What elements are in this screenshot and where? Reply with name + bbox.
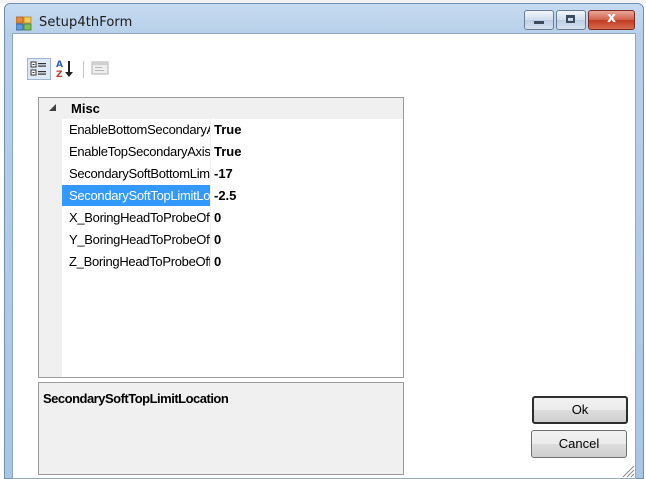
grid-left-margin [39,98,62,377]
property-row[interactable]: Y_BoringHeadToProbeOffset 0 [62,229,403,250]
column-divider [210,229,211,250]
column-divider [210,207,211,228]
maximize-icon [566,15,575,23]
categorized-button[interactable] [27,58,51,80]
property-value[interactable]: 0 [214,251,221,272]
alphabetical-icon: A Z [56,60,73,80]
column-divider [210,119,211,140]
column-divider [210,163,211,184]
property-pages-button[interactable] [89,58,113,80]
column-divider [210,251,211,272]
property-name: X_BoringHeadToProbeOffset [69,210,210,225]
column-divider [210,141,211,162]
client-area: A Z Misc EnableBottomSecondary True Enab… [12,33,636,479]
description-pane: SecondarySoftTopLimitLocation [38,382,404,475]
property-pages-icon [91,61,109,75]
property-value[interactable]: True [214,119,241,140]
form-icon [16,16,32,31]
property-grid[interactable]: Misc EnableBottomSecondaryAxis True Enab… [38,97,404,378]
minimize-button[interactable] [524,10,554,30]
ok-button[interactable]: Ok [532,396,628,424]
svg-text:Z: Z [56,70,63,80]
resize-grip-icon[interactable] [619,462,635,478]
property-name: Y_BoringHeadToProbeOffset [69,232,210,247]
description-title: SecondarySoftTopLimitLocation [43,391,229,406]
property-name: Z_BoringHeadToProbeOffset [69,254,210,269]
dialog-window: Setup4thForm x A Z Misc EnableBottomSeco… [4,3,644,479]
property-name: EnableBottomSecondaryAxis [69,122,210,137]
category-label: Misc [71,101,100,116]
property-name: EnableTopSecondaryAxis [69,144,210,159]
maximize-button[interactable] [556,10,586,30]
close-button[interactable]: x [588,10,635,30]
title-bar[interactable]: Setup4thForm x [5,4,643,33]
cancel-button[interactable]: Cancel [531,430,627,458]
property-value[interactable]: True [214,141,241,162]
property-value[interactable]: -17 [214,163,233,184]
category-row-misc[interactable]: Misc [39,98,403,119]
svg-text:A: A [56,60,63,70]
toolbar-separator [83,61,84,78]
property-row[interactable]: SecondarySoftBottomLimitLocation -17 [62,163,403,184]
property-row[interactable]: EnableTopSecondaryAxis True [62,141,403,162]
property-row[interactable]: EnableBottomSecondaryAxis True [62,119,403,140]
alphabetical-button[interactable]: A Z [54,58,78,80]
close-icon: x [606,10,617,26]
property-value[interactable]: 0 [214,207,221,228]
collapse-triangle-icon[interactable] [48,103,57,112]
property-name-selected: SecondarySoftTopLimitLocation [62,185,210,206]
property-value[interactable]: 0 [214,229,221,250]
window-title: Setup4thForm [39,15,133,30]
categorized-icon [30,61,46,76]
property-value[interactable]: -2.5 [214,185,236,206]
property-row[interactable]: X_BoringHeadToProbeOffset 0 [62,207,403,228]
minimize-icon [534,21,544,24]
property-row[interactable]: Z_BoringHeadToProbeOffset 0 [62,251,403,272]
column-divider [210,185,211,206]
property-grid-toolbar: A Z [26,57,146,81]
property-row-selected[interactable]: SecondarySoftTopLimitLocation -2.5 [62,185,403,206]
property-name: SecondarySoftBottomLimitLocation [69,166,210,181]
